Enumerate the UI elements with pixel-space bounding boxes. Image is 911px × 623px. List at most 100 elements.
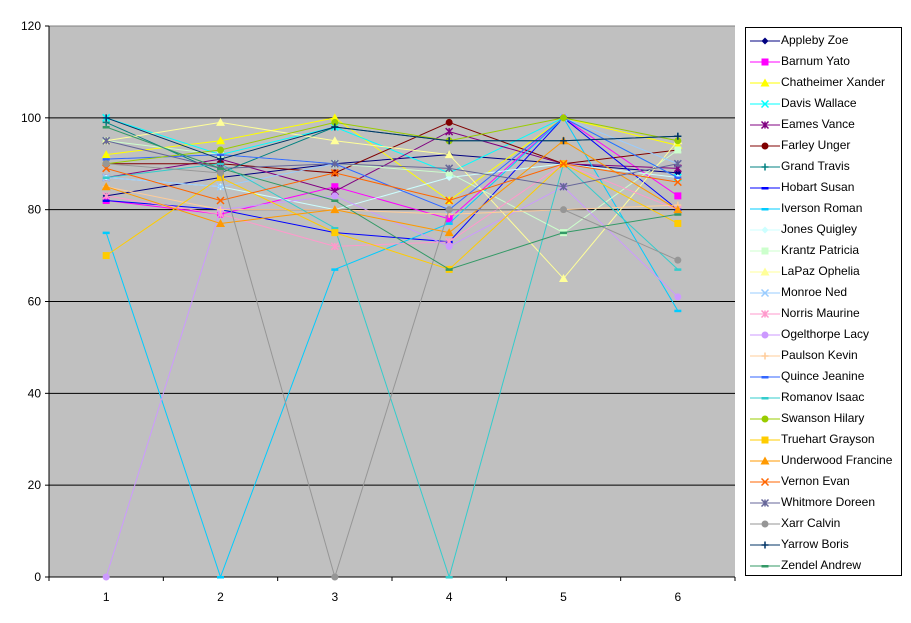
data-point-marker <box>761 397 769 400</box>
data-point-marker <box>331 192 339 200</box>
legend-item: Jones Quigley <box>746 219 901 240</box>
legend-label: Barnum Yato <box>781 54 850 68</box>
data-point-marker <box>445 576 453 579</box>
legend-swatch <box>750 498 780 508</box>
data-point-marker <box>761 331 769 339</box>
data-point-marker <box>761 226 769 234</box>
legend-swatch <box>750 352 780 360</box>
legend-swatch <box>750 288 780 298</box>
data-point-marker <box>102 126 110 129</box>
legend-swatch <box>750 397 780 400</box>
legend-item: Paulson Kevin <box>746 345 901 366</box>
x-tick-label: 3 <box>331 590 338 604</box>
data-point-marker <box>761 187 769 190</box>
legend-swatch <box>750 120 780 130</box>
legend-item: Ogelthorpe Lacy <box>746 324 901 345</box>
legend-item: Krantz Patricia <box>746 240 901 261</box>
y-tick-label: 20 <box>28 478 42 492</box>
data-point-marker <box>761 37 769 45</box>
legend-label: Iverson Roman <box>781 201 863 215</box>
legend-item: Iverson Roman <box>746 198 901 219</box>
x-tick-label: 2 <box>217 590 224 604</box>
legend-label: Zendel Andrew <box>781 558 862 572</box>
legend-item: Barnum Yato <box>746 51 901 72</box>
data-point-marker <box>445 268 453 271</box>
legend-swatch <box>750 58 780 66</box>
legend-item: Yarrow Boris <box>746 534 901 555</box>
data-point-marker <box>560 114 567 122</box>
legend-label: Norris Maurine <box>781 306 860 320</box>
data-point-marker <box>102 199 110 202</box>
legend-swatch <box>750 477 780 487</box>
legend-swatch <box>750 415 780 423</box>
legend-item: Eames Vance <box>746 114 901 135</box>
legend-item: Underwood Francine <box>746 450 901 471</box>
x-tick-label: 4 <box>446 590 453 604</box>
legend-item: LaPaz Ophelia <box>746 261 901 282</box>
data-point-marker <box>761 415 769 423</box>
legend-swatch <box>750 456 780 465</box>
data-point-marker <box>761 142 769 150</box>
data-point-marker <box>761 376 769 379</box>
data-point-marker <box>331 199 339 202</box>
data-point-marker <box>102 176 110 180</box>
legend-swatch <box>750 142 780 150</box>
legend-label: Monroe Ned <box>781 285 848 299</box>
legend-label: Farley Unger <box>781 138 851 152</box>
legend-label: Davis Wallace <box>781 96 857 110</box>
legend-item: Grand Travis <box>746 156 901 177</box>
legend-swatch <box>750 226 780 234</box>
y-tick-label: 0 <box>34 570 41 584</box>
legend-label: Paulson Kevin <box>781 348 858 362</box>
legend-label: Jones Quigley <box>781 222 858 236</box>
data-point-marker <box>445 222 453 225</box>
legend-item: Appleby Zoe <box>746 30 901 51</box>
y-tick-label: 60 <box>28 295 42 309</box>
data-point-marker <box>761 58 769 66</box>
data-point-marker <box>331 268 339 271</box>
legend-label: Xarr Calvin <box>781 516 841 530</box>
x-tick-label: 6 <box>674 590 681 604</box>
legend-label: Vernon Evan <box>781 474 850 488</box>
data-point-marker <box>761 208 769 211</box>
legend-label: Yarrow Boris <box>781 537 849 551</box>
legend-item: Hobart Susan <box>746 177 901 198</box>
data-point-marker <box>761 565 769 568</box>
legend-label: LaPaz Ophelia <box>781 264 860 278</box>
data-point-marker <box>217 576 224 579</box>
data-point-marker <box>761 520 769 528</box>
data-point-marker <box>102 160 110 168</box>
legend-swatch <box>750 163 780 171</box>
data-point-marker <box>674 192 682 200</box>
legend-swatch <box>750 541 780 549</box>
data-point-marker <box>445 206 453 214</box>
legend-swatch <box>750 565 780 568</box>
data-point-marker <box>761 352 769 360</box>
data-point-marker <box>674 256 682 264</box>
legend-item: Davis Wallace <box>746 93 901 114</box>
legend-item: Chatheimer Xander <box>746 72 901 93</box>
y-tick-label: 40 <box>28 386 42 400</box>
legend-label: Appleby Zoe <box>781 33 849 47</box>
data-point-marker <box>331 229 339 237</box>
legend-item: Truehart Grayson <box>746 429 901 450</box>
legend-swatch <box>750 331 780 339</box>
legend-label: Swanson Hilary <box>781 411 865 425</box>
data-point-marker <box>102 231 110 235</box>
legend-label: Whitmore Doreen <box>781 495 876 509</box>
legend-item: Farley Unger <box>746 135 901 156</box>
legend-swatch <box>750 520 780 528</box>
legend-item: Quince Jeanine <box>746 366 901 387</box>
y-tick-label: 80 <box>28 203 42 217</box>
data-point-marker <box>217 167 224 170</box>
legend-label: Truehart Grayson <box>781 432 875 446</box>
data-point-marker <box>217 169 224 177</box>
data-point-marker <box>674 293 682 301</box>
legend-swatch <box>750 436 780 444</box>
data-point-marker <box>445 242 453 250</box>
legend-item: Swanson Hilary <box>746 408 901 429</box>
legend-label: Krantz Patricia <box>781 243 860 257</box>
legend-swatch <box>750 267 780 276</box>
data-point-marker <box>560 231 567 235</box>
y-tick-label: 120 <box>21 19 41 33</box>
